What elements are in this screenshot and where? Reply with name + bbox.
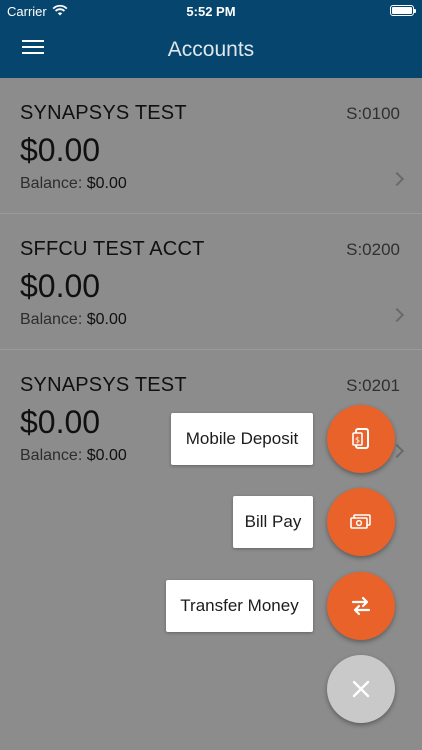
account-name: SYNAPSYS TEST	[20, 102, 187, 124]
mobile-deposit-label[interactable]: Mobile Deposit	[171, 413, 313, 465]
account-id: S:0100	[346, 104, 400, 123]
close-fab-button[interactable]	[327, 655, 395, 723]
status-bar: Carrier 5:52 PM	[0, 0, 422, 22]
balance-label: Balance:	[20, 175, 83, 192]
page-title: Accounts	[167, 38, 255, 61]
account-row[interactable]: SFFCU TEST ACCT S:0200 $0.00 Balance: $0…	[0, 214, 422, 350]
balance-label: Balance:	[20, 447, 83, 464]
balance-label: Balance:	[20, 311, 83, 328]
close-icon	[352, 680, 370, 698]
account-balance: Balance: $0.00	[20, 311, 127, 329]
status-time: 5:52 PM	[186, 4, 236, 19]
account-balance: Balance: $0.00	[20, 175, 127, 193]
balance-value: $0.00	[86, 311, 127, 328]
bill-pay-label[interactable]: Bill Pay	[233, 496, 313, 548]
account-name: SFFCU TEST ACCT	[20, 238, 205, 260]
account-id: S:0201	[346, 376, 400, 395]
balance-value: $0.00	[86, 175, 127, 192]
balance-value: $0.00	[86, 447, 127, 464]
account-row[interactable]: SYNAPSYS TEST S:0100 $0.00 Balance: $0.0…	[0, 78, 422, 214]
top-bar: Carrier 5:52 PM Accounts	[0, 0, 422, 78]
transfer-money-label[interactable]: Transfer Money	[166, 580, 313, 632]
account-amount: $0.00	[20, 404, 101, 440]
svg-text:$: $	[355, 436, 360, 445]
account-id: S:0200	[346, 240, 400, 259]
chevron-right-icon	[389, 307, 405, 323]
mobile-deposit-button[interactable]: $	[327, 405, 395, 473]
bill-pay-icon	[350, 514, 371, 529]
battery-icon	[390, 5, 416, 16]
account-amount: $0.00	[20, 132, 101, 168]
account-name: SYNAPSYS TEST	[20, 374, 187, 396]
bill-pay-button[interactable]	[327, 488, 395, 556]
mobile-deposit-icon: $	[352, 428, 369, 449]
transfer-icon	[351, 596, 371, 616]
transfer-money-button[interactable]	[327, 572, 395, 640]
account-balance: Balance: $0.00	[20, 447, 127, 465]
account-amount: $0.00	[20, 268, 101, 304]
chevron-right-icon	[389, 171, 405, 187]
